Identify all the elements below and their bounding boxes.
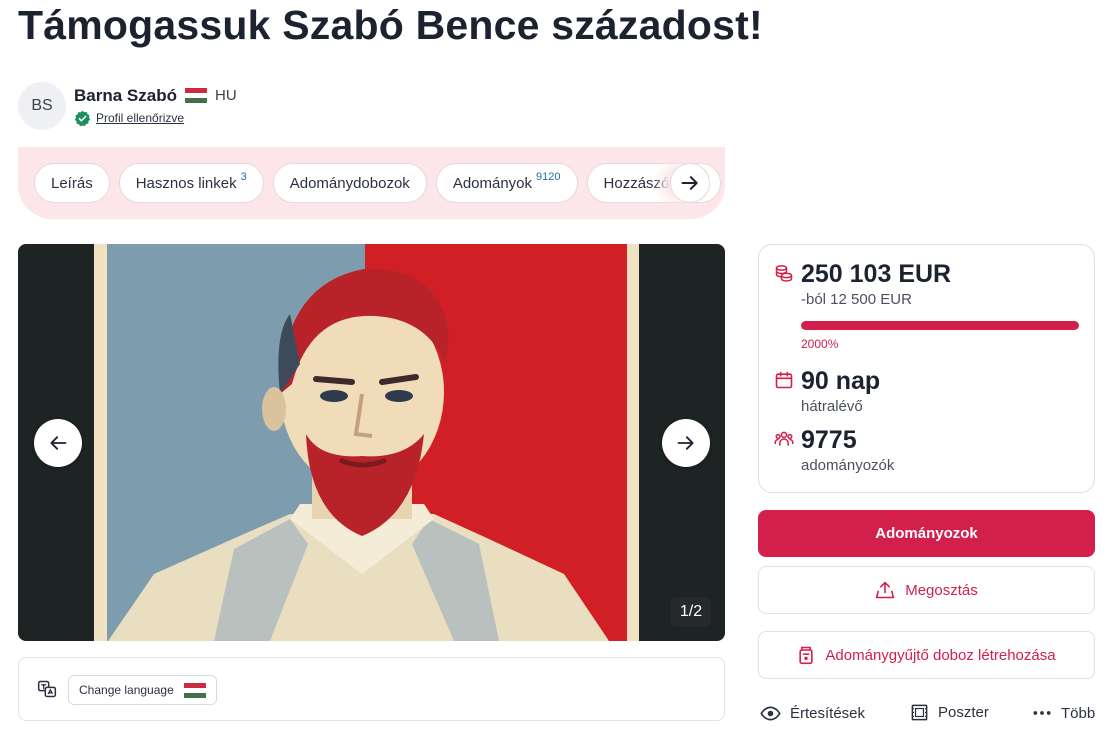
notifications-button[interactable]: Értesítések [760, 703, 865, 724]
gallery-prev-button[interactable] [34, 419, 82, 467]
donor-count: 9775 [801, 426, 857, 454]
progress-fill [801, 321, 1079, 330]
coins-icon [775, 265, 793, 282]
poster-button[interactable]: Poszter [910, 703, 989, 722]
gallery-counter: 1/2 [671, 597, 711, 627]
tabs-bar: Leírás Hasznos linkek 3 Adománydobozok Ad… [18, 147, 725, 219]
verified-profile-link[interactable]: Profil ellenőrizve [96, 111, 184, 125]
author-country: HU [214, 87, 237, 104]
check-badge-icon [74, 110, 91, 126]
people-icon [774, 431, 794, 446]
author-info: Barna Szabó HU Profil ellenőrizve [74, 86, 237, 127]
avatar[interactable]: BS [18, 82, 66, 130]
hungary-flag-icon [183, 682, 206, 698]
create-donation-box-button[interactable]: Adománygyűjtő doboz létrehozása [758, 631, 1095, 679]
tab-donations[interactable]: Adományok 9120 [435, 163, 578, 203]
arrow-left-icon [50, 436, 67, 450]
author-name[interactable]: Barna Szabó [74, 86, 177, 106]
tab-badge: 9120 [536, 171, 561, 183]
ellipsis-icon [1033, 711, 1051, 715]
campaign-stats-card: 250 103 EUR -ból 12 500 EUR 2000% 90 nap… [758, 244, 1095, 493]
donor-count-label: adományozók [801, 457, 895, 474]
campaign-portrait-image [94, 244, 639, 641]
goal-amount: -ból 12 500 EUR [801, 291, 912, 308]
more-button[interactable]: Több [1032, 703, 1095, 723]
donation-box-icon [799, 646, 814, 665]
language-box: Change language [18, 657, 725, 721]
calendar-icon [775, 371, 793, 389]
secondary-actions: Értesítések Poszter Több [760, 703, 1100, 731]
arrow-right-icon [677, 436, 694, 450]
translate-icon [37, 680, 57, 698]
tab-useful-links[interactable]: Hasznos linkek 3 [118, 163, 264, 203]
days-remaining-label: hátralévő [801, 398, 863, 415]
tab-badge: 3 [240, 171, 247, 183]
image-gallery: 1/2 [18, 244, 725, 641]
donate-button[interactable]: Adományozok [758, 510, 1095, 557]
tab-description[interactable]: Leírás [34, 163, 110, 203]
amount-raised: 250 103 EUR [801, 260, 952, 288]
tabs-scroll-right-button[interactable] [670, 163, 710, 203]
page-title: Támogassuk Szabó Bence századost! [18, 2, 763, 48]
share-button[interactable]: Megosztás [758, 566, 1095, 614]
author-block: BS Barna Szabó HU Profil ellenőrizve [18, 81, 237, 131]
eye-icon [760, 706, 781, 721]
gallery-next-button[interactable] [662, 419, 710, 467]
hungary-flag-icon [184, 88, 207, 103]
change-language-button[interactable]: Change language [68, 675, 217, 705]
poster-icon [911, 704, 928, 721]
tab-donation-boxes[interactable]: Adománydobozok [272, 163, 427, 203]
share-icon [876, 581, 895, 599]
days-remaining: 90 nap [801, 367, 881, 395]
arrow-right-icon [681, 176, 698, 190]
progress-bar [801, 321, 1079, 330]
progress-percent: 2000% [801, 337, 839, 351]
